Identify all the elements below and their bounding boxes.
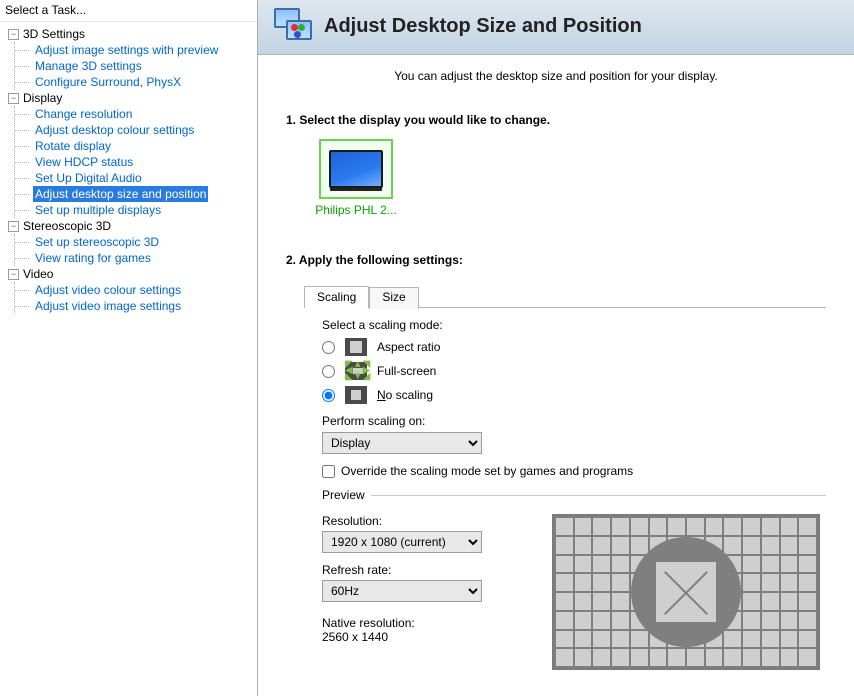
resolution-label: Resolution: — [322, 514, 522, 528]
tree-item[interactable]: View HDCP status — [15, 154, 257, 170]
scaling-mode-label: Select a scaling mode: — [322, 318, 826, 332]
tree-group-stereoscopic-3d[interactable]: −Stereoscopic 3D — [4, 218, 257, 234]
tree-collapse-icon[interactable]: − — [8, 29, 19, 40]
tree-group-label: 3D Settings — [23, 26, 85, 42]
tree-group-label: Video — [23, 266, 53, 282]
tree-link[interactable]: View HDCP status — [33, 154, 135, 170]
display-settings-icon — [272, 6, 312, 46]
tree-item[interactable]: Set Up Digital Audio — [15, 170, 257, 186]
tree-item[interactable]: Set up multiple displays — [15, 202, 257, 218]
title-bar: Adjust Desktop Size and Position — [258, 0, 854, 55]
tree-item[interactable]: Adjust video colour settings — [15, 282, 257, 298]
tree-link[interactable]: View rating for games — [33, 250, 153, 266]
radio-aspect-label: Aspect ratio — [377, 340, 440, 354]
step2-heading: 2. Apply the following settings: — [286, 253, 826, 267]
tree-group-3d-settings[interactable]: −3D Settings — [4, 26, 257, 42]
tree-item[interactable]: Change resolution — [15, 106, 257, 122]
tree-item[interactable]: Set up stereoscopic 3D — [15, 234, 257, 250]
perform-on-label: Perform scaling on: — [322, 414, 826, 428]
native-value: 2560 x 1440 — [322, 630, 522, 644]
tree-link[interactable]: Rotate display — [33, 138, 113, 154]
content-area: You can adjust the desktop size and posi… — [258, 55, 854, 696]
tree-link[interactable]: Adjust desktop colour settings — [33, 122, 196, 138]
tree-link[interactable]: Configure Surround, PhysX — [33, 74, 183, 90]
preview-legend: Preview — [322, 488, 371, 502]
scaling-panel: Select a scaling mode: Aspect ratio ◤▲◥ … — [304, 307, 826, 670]
radio-none-input[interactable] — [322, 389, 335, 402]
tree-link[interactable]: Set Up Digital Audio — [33, 170, 144, 186]
tab-scaling[interactable]: Scaling — [304, 286, 369, 308]
radio-none-label: No scaling — [377, 388, 433, 402]
radio-full-label: Full-screen — [377, 364, 436, 378]
tree-group-video[interactable]: −Video — [4, 266, 257, 282]
tree-item[interactable]: Rotate display — [15, 138, 257, 154]
override-checkbox[interactable] — [322, 465, 335, 478]
tree-group-label: Display — [23, 90, 62, 106]
tree-item[interactable]: Adjust desktop colour settings — [15, 122, 257, 138]
step1-heading: 1. Select the display you would like to … — [286, 113, 826, 127]
tree-link[interactable]: Adjust video image settings — [33, 298, 183, 314]
radio-no-scaling[interactable]: No scaling — [322, 386, 826, 404]
override-row[interactable]: Override the scaling mode set by games a… — [322, 464, 826, 478]
preview-circle-icon — [631, 537, 741, 647]
tree-link[interactable]: Adjust image settings with preview — [33, 42, 220, 58]
tree-link[interactable]: Set up multiple displays — [33, 202, 163, 218]
page-description: You can adjust the desktop size and posi… — [286, 69, 826, 83]
monitor-icon — [329, 150, 383, 188]
sidebar-header: Select a Task... — [0, 0, 257, 22]
override-label: Override the scaling mode set by games a… — [341, 464, 633, 478]
refresh-label: Refresh rate: — [322, 563, 522, 577]
perform-on-select[interactable]: Display — [322, 432, 482, 454]
tab-size[interactable]: Size — [369, 287, 418, 309]
tree-item[interactable]: Adjust video image settings — [15, 298, 257, 314]
task-sidebar: Select a Task... −3D SettingsAdjust imag… — [0, 0, 258, 696]
tree-group-label: Stereoscopic 3D — [23, 218, 111, 234]
settings-tabs: Scaling Size — [304, 285, 826, 307]
aspect-ratio-icon — [345, 338, 367, 356]
main-panel: Adjust Desktop Size and Position You can… — [258, 0, 854, 696]
tree-item[interactable]: Adjust desktop size and position — [15, 186, 257, 202]
radio-aspect-ratio[interactable]: Aspect ratio — [322, 338, 826, 356]
task-tree: −3D SettingsAdjust image settings with p… — [0, 22, 257, 314]
radio-full-screen[interactable]: ◤▲◥ ◀▶ ◣▼◢ Full-screen — [322, 362, 826, 380]
resolution-select[interactable]: 1920 x 1080 (current) — [322, 531, 482, 553]
native-label: Native resolution: — [322, 616, 522, 630]
tree-link[interactable]: Adjust video colour settings — [33, 282, 183, 298]
tree-collapse-icon[interactable]: − — [8, 221, 19, 232]
radio-full-input[interactable] — [322, 365, 335, 378]
tree-collapse-icon[interactable]: − — [8, 93, 19, 104]
tree-link[interactable]: Change resolution — [33, 106, 134, 122]
page-title: Adjust Desktop Size and Position — [324, 15, 642, 38]
tree-item[interactable]: View rating for games — [15, 250, 257, 266]
tree-link[interactable]: Set up stereoscopic 3D — [33, 234, 161, 250]
tree-link[interactable]: Manage 3D settings — [33, 58, 144, 74]
refresh-select[interactable]: 60Hz — [322, 580, 482, 602]
full-screen-icon: ◤▲◥ ◀▶ ◣▼◢ — [345, 362, 367, 380]
preview-graphic — [552, 514, 820, 670]
radio-aspect-input[interactable] — [322, 341, 335, 354]
tree-group-display[interactable]: −Display — [4, 90, 257, 106]
display-label: Philips PHL 2... — [314, 203, 398, 217]
display-tile[interactable]: Philips PHL 2... — [314, 139, 398, 217]
no-scaling-icon — [345, 386, 367, 404]
tree-item[interactable]: Configure Surround, PhysX — [15, 74, 257, 90]
tree-collapse-icon[interactable]: − — [8, 269, 19, 280]
tree-item[interactable]: Adjust image settings with preview — [15, 42, 257, 58]
tree-item[interactable]: Manage 3D settings — [15, 58, 257, 74]
preview-fieldset: Preview Resolution: 1920 x 1080 (current… — [322, 488, 826, 670]
display-thumbnail — [319, 139, 393, 199]
tree-link[interactable]: Adjust desktop size and position — [33, 186, 208, 202]
